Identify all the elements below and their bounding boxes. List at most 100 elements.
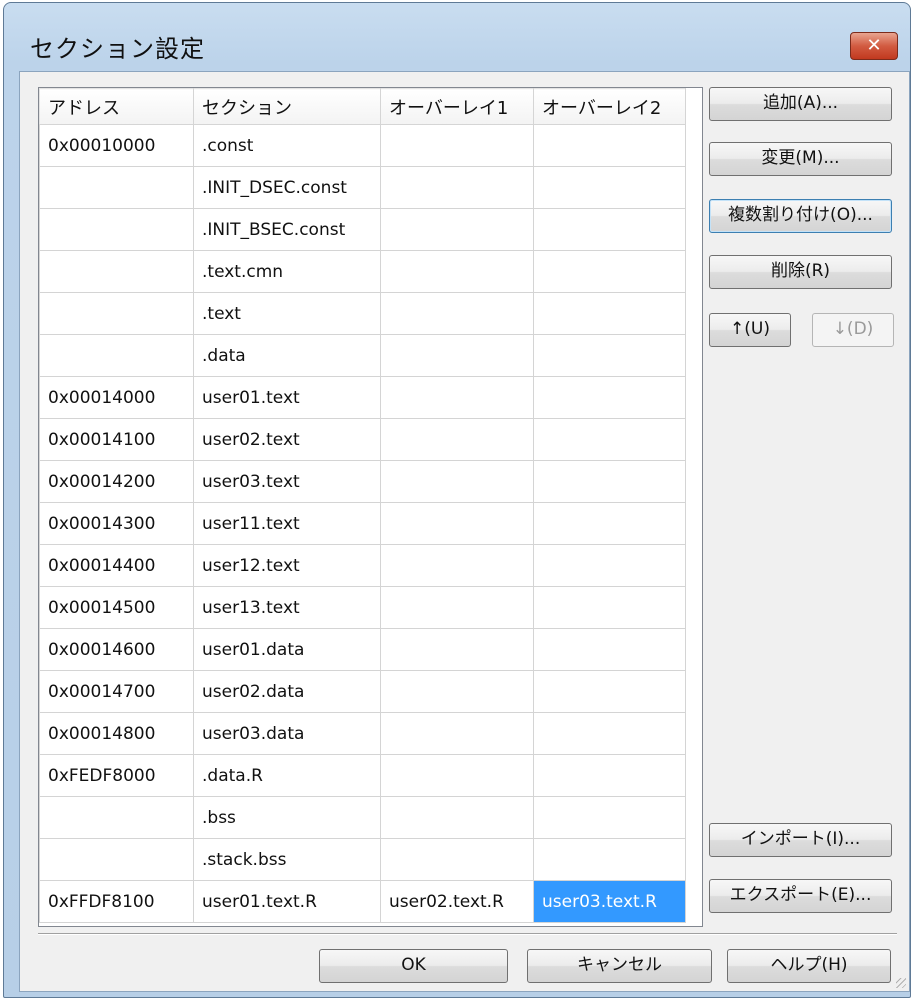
- cell-address[interactable]: 0x00014400: [39, 544, 194, 587]
- cell-overlay2[interactable]: [533, 124, 686, 167]
- resize-grip[interactable]: [896, 978, 906, 988]
- table-row[interactable]: 0xFFDF8100 user01.text.R user02.text.R user…: [39, 880, 686, 923]
- cell-address[interactable]: 0x00014200: [39, 460, 194, 503]
- cell-address[interactable]: 0x00014300: [39, 502, 194, 545]
- cell-address[interactable]: 0x00014700: [39, 670, 194, 713]
- import-button[interactable]: インポート(I)...: [709, 823, 892, 857]
- cell-overlay2[interactable]: [533, 250, 686, 293]
- cell-overlay1[interactable]: [380, 796, 534, 839]
- cell-address[interactable]: 0xFFDF8100: [39, 880, 194, 923]
- cell-address[interactable]: [39, 334, 194, 377]
- table-row[interactable]: 0x00014800 user03.data: [39, 712, 686, 755]
- table-row[interactable]: 0x00014300 user11.text: [39, 502, 686, 545]
- cell-overlay2[interactable]: [533, 586, 686, 629]
- cell-address[interactable]: 0x00014500: [39, 586, 194, 629]
- cell-overlay2[interactable]: [533, 712, 686, 755]
- column-header-section[interactable]: セクション: [193, 88, 381, 125]
- cell-overlay2[interactable]: user03.text.R: [533, 880, 686, 923]
- cell-section[interactable]: .const: [193, 124, 381, 167]
- cell-overlay1[interactable]: [380, 208, 534, 251]
- cell-overlay1[interactable]: [380, 166, 534, 209]
- export-button[interactable]: エクスポート(E)...: [709, 879, 892, 913]
- help-button[interactable]: ヘルプ(H): [727, 949, 891, 983]
- column-header-address[interactable]: アドレス: [39, 88, 194, 125]
- cell-section[interactable]: .INIT_DSEC.const: [193, 166, 381, 209]
- cell-section[interactable]: user02.data: [193, 670, 381, 713]
- table-row[interactable]: .INIT_BSEC.const: [39, 208, 686, 251]
- cell-overlay1[interactable]: [380, 334, 534, 377]
- cell-overlay1[interactable]: [380, 838, 534, 881]
- cell-section[interactable]: .text.cmn: [193, 250, 381, 293]
- cell-section[interactable]: .data.R: [193, 754, 381, 797]
- cell-section[interactable]: .text: [193, 292, 381, 335]
- cell-overlay2[interactable]: [533, 838, 686, 881]
- cell-section[interactable]: user13.text: [193, 586, 381, 629]
- cell-overlay1[interactable]: [380, 670, 534, 713]
- cell-overlay1[interactable]: [380, 712, 534, 755]
- cell-section[interactable]: user03.data: [193, 712, 381, 755]
- cell-address[interactable]: 0x00014800: [39, 712, 194, 755]
- table-row[interactable]: 0x00014100 user02.text: [39, 418, 686, 461]
- move-down-button[interactable]: ↓(D): [812, 313, 894, 347]
- cell-overlay2[interactable]: [533, 502, 686, 545]
- table-row[interactable]: .stack.bss: [39, 838, 686, 881]
- move-up-button[interactable]: ↑(U): [709, 313, 791, 347]
- table-row[interactable]: 0x00014600 user01.data: [39, 628, 686, 671]
- table-row[interactable]: 0xFEDF8000 .data.R: [39, 754, 686, 797]
- table-row[interactable]: 0x00014700 user02.data: [39, 670, 686, 713]
- table-row[interactable]: 0x00014500 user13.text: [39, 586, 686, 629]
- cell-address[interactable]: 0xFEDF8000: [39, 754, 194, 797]
- cell-section[interactable]: .data: [193, 334, 381, 377]
- cell-overlay1[interactable]: [380, 292, 534, 335]
- cell-overlay1[interactable]: [380, 376, 534, 419]
- table-row[interactable]: .bss: [39, 796, 686, 839]
- cell-overlay2[interactable]: [533, 796, 686, 839]
- cell-overlay1[interactable]: [380, 754, 534, 797]
- cell-overlay2[interactable]: [533, 628, 686, 671]
- table-row[interactable]: 0x00010000 .const: [39, 124, 686, 167]
- cell-section[interactable]: user01.text.R: [193, 880, 381, 923]
- cell-section[interactable]: .stack.bss: [193, 838, 381, 881]
- cell-overlay1[interactable]: [380, 502, 534, 545]
- table-row[interactable]: .text.cmn: [39, 250, 686, 293]
- cell-address[interactable]: [39, 796, 194, 839]
- cell-overlay2[interactable]: [533, 166, 686, 209]
- table-row[interactable]: .data: [39, 334, 686, 377]
- change-button[interactable]: 変更(M)...: [709, 142, 892, 176]
- cell-address[interactable]: 0x00010000: [39, 124, 194, 167]
- cell-overlay1[interactable]: [380, 586, 534, 629]
- cell-section[interactable]: .bss: [193, 796, 381, 839]
- cell-section[interactable]: .INIT_BSEC.const: [193, 208, 381, 251]
- table-row[interactable]: 0x00014000 user01.text: [39, 376, 686, 419]
- cell-address[interactable]: [39, 208, 194, 251]
- cell-overlay2[interactable]: [533, 670, 686, 713]
- add-button[interactable]: 追加(A)...: [709, 87, 892, 121]
- column-header-overlay1[interactable]: オーバーレイ1: [380, 88, 534, 125]
- table-row[interactable]: .text: [39, 292, 686, 335]
- cancel-button[interactable]: キャンセル: [527, 949, 712, 983]
- cell-address[interactable]: 0x00014600: [39, 628, 194, 671]
- cell-overlay2[interactable]: [533, 544, 686, 587]
- cell-address[interactable]: [39, 292, 194, 335]
- ok-button[interactable]: OK: [319, 949, 508, 983]
- cell-section[interactable]: user02.text: [193, 418, 381, 461]
- cell-overlay2[interactable]: [533, 754, 686, 797]
- cell-overlay1[interactable]: [380, 418, 534, 461]
- cell-section[interactable]: user12.text: [193, 544, 381, 587]
- cell-overlay1[interactable]: [380, 460, 534, 503]
- cell-address[interactable]: 0x00014100: [39, 418, 194, 461]
- cell-section[interactable]: user01.data: [193, 628, 381, 671]
- column-header-overlay2[interactable]: オーバーレイ2: [533, 88, 686, 125]
- close-button[interactable]: ✕: [850, 32, 898, 60]
- cell-overlay1[interactable]: [380, 124, 534, 167]
- cell-section[interactable]: user03.text: [193, 460, 381, 503]
- table-row[interactable]: 0x00014200 user03.text: [39, 460, 686, 503]
- cell-overlay2[interactable]: [533, 334, 686, 377]
- cell-overlay2[interactable]: [533, 376, 686, 419]
- cell-overlay1[interactable]: user02.text.R: [380, 880, 534, 923]
- cell-overlay2[interactable]: [533, 418, 686, 461]
- cell-overlay1[interactable]: [380, 544, 534, 587]
- table-row[interactable]: 0x00014400 user12.text: [39, 544, 686, 587]
- cell-section[interactable]: user11.text: [193, 502, 381, 545]
- cell-overlay1[interactable]: [380, 628, 534, 671]
